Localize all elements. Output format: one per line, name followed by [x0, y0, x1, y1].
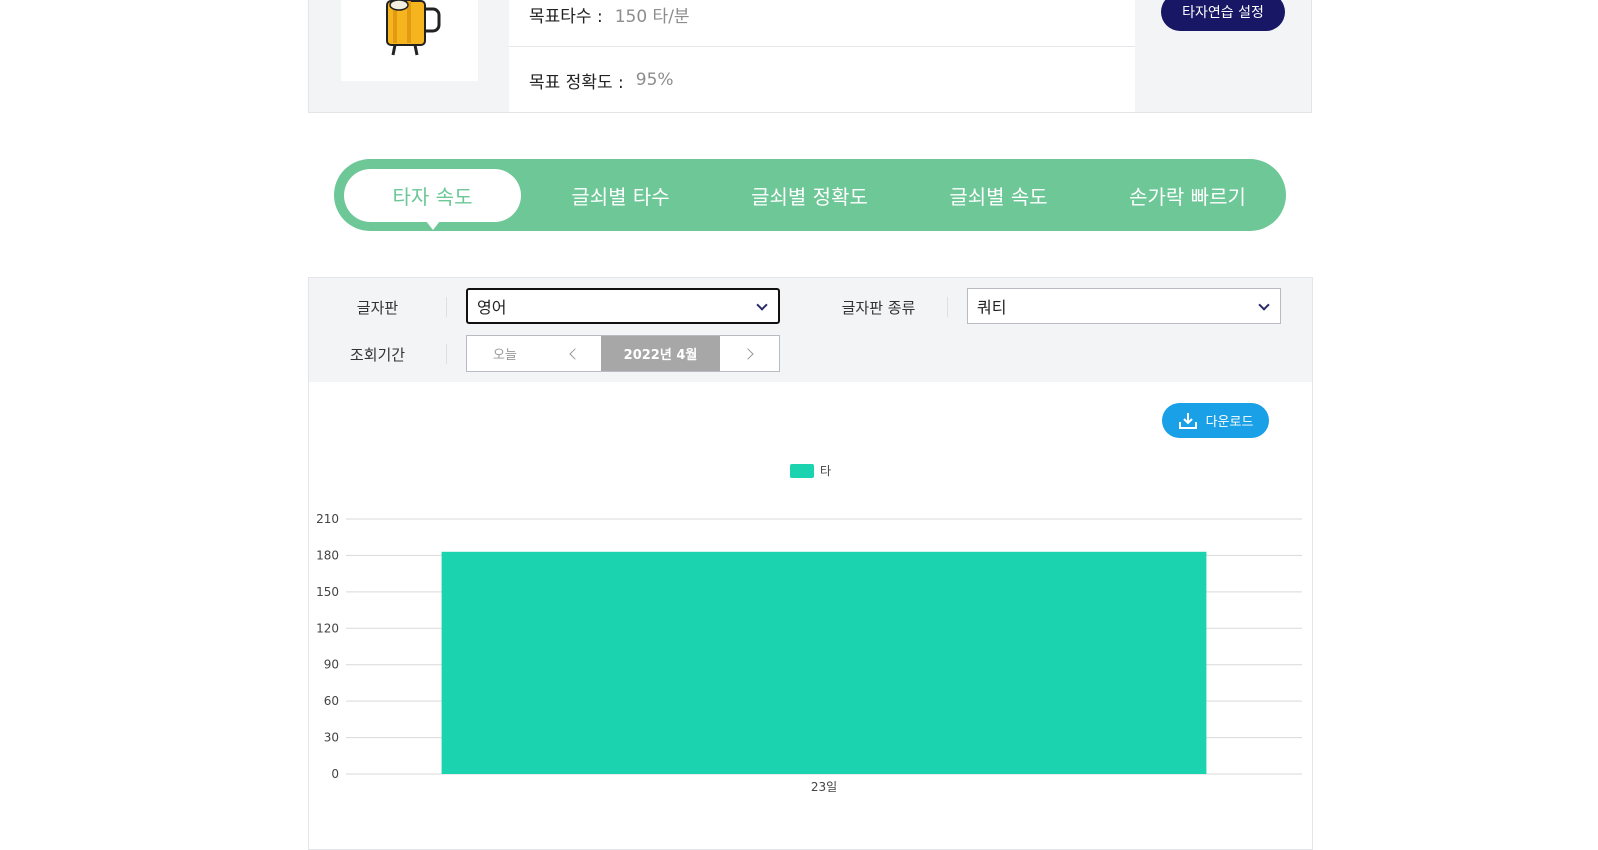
goal-panel: 목표타수 : 150 타/분 목표 정확도 : 95%	[509, 0, 1135, 112]
typing-settings-button[interactable]: 타자연습 설정	[1161, 0, 1285, 31]
divider	[509, 46, 1135, 47]
goal-summary-box: 목표타수 : 150 타/분 목표 정확도 : 95% 타자연습 설정	[308, 0, 1312, 113]
tab-keystrokes-per-key[interactable]: 글쇠별 타수	[532, 169, 709, 222]
legend-swatch	[790, 464, 814, 478]
y-tick-label: 150	[316, 585, 339, 599]
legend-label: 타	[820, 464, 831, 478]
x-tick-label: 23일	[811, 780, 837, 794]
tab-finger-speed[interactable]: 손가락 빠르기	[1099, 169, 1276, 222]
y-tick-label: 90	[324, 658, 339, 672]
target-speed-value: 150 타/분	[614, 6, 690, 27]
target-accuracy-label: 목표 정확도 :	[529, 72, 624, 93]
typing-speed-chart: 0 30 60 90 120 150 180 210 23일 타	[316, 464, 1302, 794]
tab-speed-per-key[interactable]: 글쇠별 속도	[910, 169, 1087, 222]
target-accuracy-row: 목표 정확도 : 95%	[529, 65, 674, 95]
tab-accuracy-per-key[interactable]: 글쇠별 정확도	[721, 169, 898, 222]
y-tick-label: 120	[316, 621, 339, 635]
stats-tab-bar: 타자 속도 글쇠별 타수 글쇠별 정확도 글쇠별 속도 손가락 빠르기	[334, 159, 1286, 231]
y-tick-label: 0	[331, 767, 339, 781]
y-tick-label: 210	[316, 512, 339, 526]
mascot-card	[341, 0, 478, 81]
y-tick-label: 180	[316, 548, 339, 562]
target-accuracy-value: 95%	[635, 70, 674, 90]
bar	[441, 551, 1207, 774]
y-tick-label: 60	[324, 694, 339, 708]
beer-mascot-icon	[386, 0, 441, 56]
tab-typing-speed[interactable]: 타자 속도	[344, 169, 521, 230]
target-speed-label: 목표타수 :	[529, 6, 603, 27]
target-speed-row: 목표타수 : 150 타/분	[529, 0, 690, 29]
y-tick-label: 30	[324, 731, 339, 745]
stats-panel: 글자판 영어 글자판 종류 쿼티 조회기간 오늘 2022년 4월 다운로드 0…	[308, 277, 1313, 850]
